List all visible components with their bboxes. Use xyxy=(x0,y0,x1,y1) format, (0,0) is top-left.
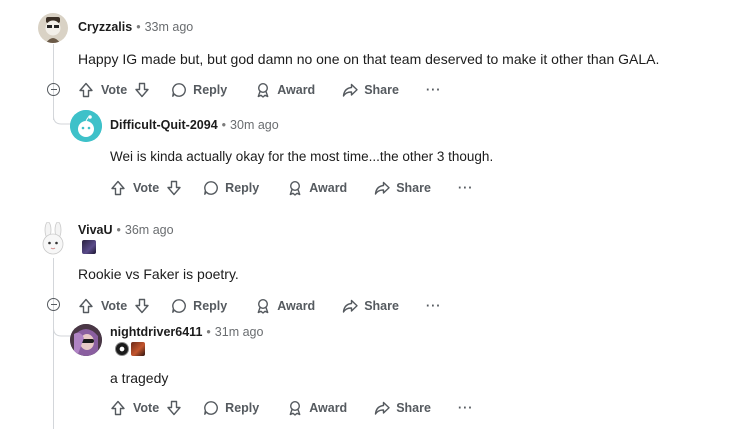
user-flair xyxy=(82,240,96,254)
downvote-arrow-icon xyxy=(135,82,149,98)
chat-bubble-icon xyxy=(172,299,187,313)
award-label: Award xyxy=(309,401,348,415)
comment-body: Wei is kinda actually okay for the most … xyxy=(110,149,494,164)
author-name[interactable]: VivaU xyxy=(78,223,113,237)
comment-body: Happy IG made but, but god damn no one o… xyxy=(78,51,660,67)
upvote-arrow-icon xyxy=(79,298,93,314)
chat-bubble-icon xyxy=(172,83,187,97)
upvote-arrow-icon xyxy=(111,400,125,416)
collapse-thread-button[interactable] xyxy=(47,83,60,96)
award-button[interactable]: Award xyxy=(255,79,315,101)
thread-line xyxy=(53,258,54,429)
bunny-avatar-icon xyxy=(42,222,64,255)
timestamp[interactable]: 30m ago xyxy=(230,118,279,132)
downvote-button[interactable] xyxy=(166,397,182,419)
share-label: Share xyxy=(364,83,399,97)
vote-label: Vote xyxy=(101,299,128,313)
comment-actions: Vote Reply Award Share ··· xyxy=(78,79,441,101)
comment-actions: Vote Reply Award Share ··· xyxy=(110,177,473,199)
user-flair xyxy=(115,342,145,356)
vote-label: Vote xyxy=(133,401,160,415)
award-button[interactable]: Award xyxy=(255,295,315,317)
snoo-avatar-icon xyxy=(70,110,102,142)
author-name[interactable]: Cryzzalis xyxy=(78,20,132,34)
upvote-arrow-icon xyxy=(79,82,93,98)
comment-actions: Vote Reply Award Share ··· xyxy=(110,397,473,419)
upvote-button[interactable] xyxy=(78,295,94,317)
award-button[interactable]: Award xyxy=(287,177,347,199)
share-button[interactable]: Share xyxy=(374,177,431,199)
comment-body: a tragedy xyxy=(110,370,169,386)
flair-emoji-icon xyxy=(82,240,96,254)
share-arrow-icon xyxy=(343,83,358,97)
share-button[interactable]: Share xyxy=(342,79,399,101)
vote-label: Vote xyxy=(101,83,128,97)
flair-emoji-icon xyxy=(131,342,145,356)
reply-button[interactable]: Reply xyxy=(203,177,259,199)
downvote-arrow-icon xyxy=(167,400,181,416)
share-label: Share xyxy=(396,181,431,195)
downvote-arrow-icon xyxy=(135,298,149,314)
more-options-button[interactable]: ··· xyxy=(426,83,442,97)
share-arrow-icon xyxy=(375,181,390,195)
separator-dot: • xyxy=(221,118,227,132)
reply-label: Reply xyxy=(225,181,260,195)
timestamp[interactable]: 36m ago xyxy=(125,223,174,237)
award-ribbon-icon xyxy=(289,400,301,416)
avatar[interactable] xyxy=(70,324,102,356)
share-label: Share xyxy=(396,401,431,415)
upvote-button[interactable] xyxy=(110,177,126,199)
upvote-button[interactable] xyxy=(110,397,126,419)
reply-label: Reply xyxy=(225,401,260,415)
upvote-button[interactable] xyxy=(78,79,94,101)
separator-dot: • xyxy=(206,325,211,339)
share-button[interactable]: Share xyxy=(342,295,399,317)
reply-button[interactable]: Reply xyxy=(171,295,227,317)
comment-body: Rookie vs Faker is poetry. xyxy=(78,266,239,282)
comment-meta: VivaU • 36m ago xyxy=(78,223,174,237)
share-arrow-icon xyxy=(375,401,390,415)
author-name[interactable]: Difficult-Quit-2094 xyxy=(110,118,218,132)
more-options-button[interactable]: ··· xyxy=(458,181,474,195)
timestamp[interactable]: 33m ago xyxy=(145,20,194,34)
comment-actions: Vote Reply Award Share ··· xyxy=(78,295,441,317)
downvote-button[interactable] xyxy=(134,79,150,101)
author-name[interactable]: nightdriver6411 xyxy=(110,325,202,339)
chat-bubble-icon xyxy=(204,401,219,415)
award-ribbon-icon xyxy=(289,180,301,196)
downvote-arrow-icon xyxy=(167,180,181,196)
share-button[interactable]: Share xyxy=(374,397,431,419)
more-options-button[interactable]: ··· xyxy=(458,401,474,415)
timestamp[interactable]: 31m ago xyxy=(215,325,264,339)
more-options-button[interactable]: ··· xyxy=(426,299,442,313)
reply-label: Reply xyxy=(193,83,228,97)
downvote-button[interactable] xyxy=(134,295,150,317)
share-arrow-icon xyxy=(343,299,358,313)
comment-meta: Difficult-Quit-2094 • 30m ago xyxy=(110,118,279,132)
comment-meta: Cryzzalis • 33m ago xyxy=(78,20,193,34)
award-label: Award xyxy=(277,299,316,313)
flair-team-logo-icon xyxy=(115,342,129,356)
separator-dot: • xyxy=(116,223,121,237)
share-label: Share xyxy=(364,299,399,313)
upvote-arrow-icon xyxy=(111,180,125,196)
vote-label: Vote xyxy=(133,181,160,195)
collapse-thread-button[interactable] xyxy=(47,298,60,311)
award-label: Award xyxy=(277,83,316,97)
separator-dot: • xyxy=(136,20,141,34)
user-photo-avatar-icon xyxy=(70,324,102,356)
downvote-button[interactable] xyxy=(166,177,182,199)
award-button[interactable]: Award xyxy=(287,397,347,419)
award-ribbon-icon xyxy=(257,82,269,98)
award-label: Award xyxy=(309,181,348,195)
comment-meta: nightdriver6411 • 31m ago xyxy=(110,325,263,339)
reply-button[interactable]: Reply xyxy=(203,397,259,419)
avatar[interactable] xyxy=(38,222,68,256)
avatar[interactable] xyxy=(70,110,102,142)
avatar[interactable] xyxy=(38,13,68,43)
chat-bubble-icon xyxy=(204,181,219,195)
award-ribbon-icon xyxy=(257,298,269,314)
reply-label: Reply xyxy=(193,299,228,313)
reply-button[interactable]: Reply xyxy=(171,79,227,101)
